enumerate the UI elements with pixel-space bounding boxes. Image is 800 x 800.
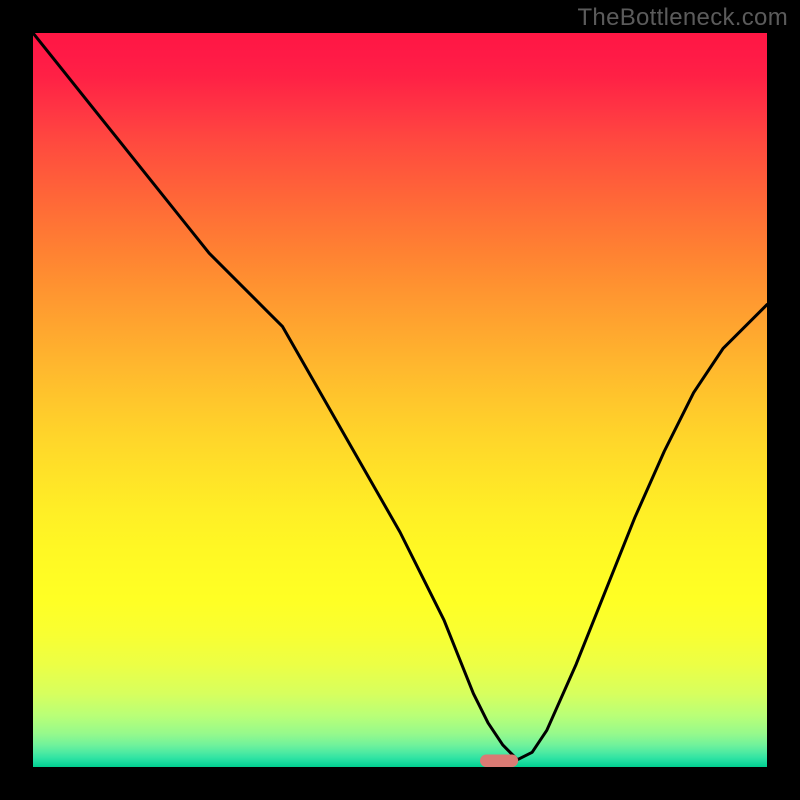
bottleneck-chart [33, 33, 767, 767]
optimum-marker [480, 755, 518, 767]
chart-svg [33, 33, 767, 767]
watermark-text: TheBottleneck.com [577, 4, 788, 32]
chart-background [33, 33, 767, 767]
app-frame: TheBottleneck.com [0, 0, 800, 800]
